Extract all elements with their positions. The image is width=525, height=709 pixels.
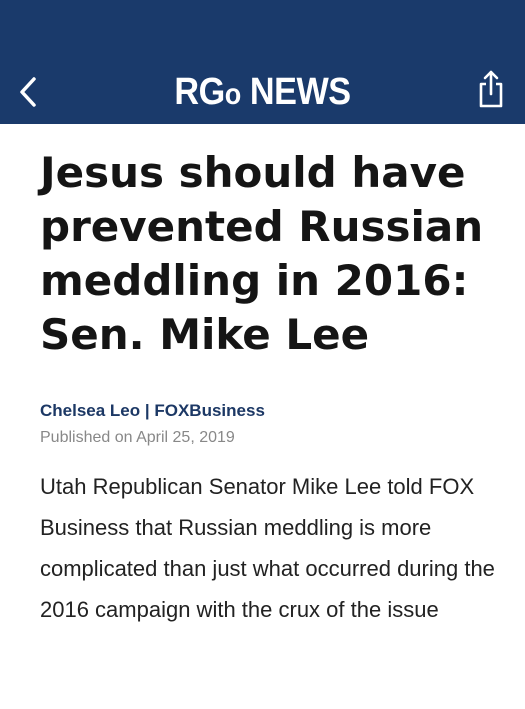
- brand-text-rg: RG: [174, 71, 225, 113]
- brand-text-news: NEWS: [240, 71, 351, 113]
- article-headline: Jesus should have prevented Russian medd…: [40, 148, 484, 359]
- byline: Chelsea Leo | FOXBusiness: [40, 400, 500, 422]
- article-body: Utah Republican Senator Mike Lee told FO…: [40, 474, 495, 622]
- author-name[interactable]: Chelsea Leo: [40, 401, 140, 420]
- brand-text-o: o: [224, 78, 241, 111]
- brand-logo: RGo NEWS: [26, 64, 499, 123]
- share-button[interactable]: [471, 66, 511, 112]
- share-icon: [479, 70, 503, 108]
- top-bar: RGo NEWS: [0, 0, 525, 124]
- publish-date: Published on April 25, 2019: [40, 429, 235, 446]
- article: Jesus should have prevented Russian medd…: [40, 146, 500, 630]
- source-name[interactable]: FOXBusiness: [154, 401, 265, 420]
- byline-separator: |: [140, 401, 155, 420]
